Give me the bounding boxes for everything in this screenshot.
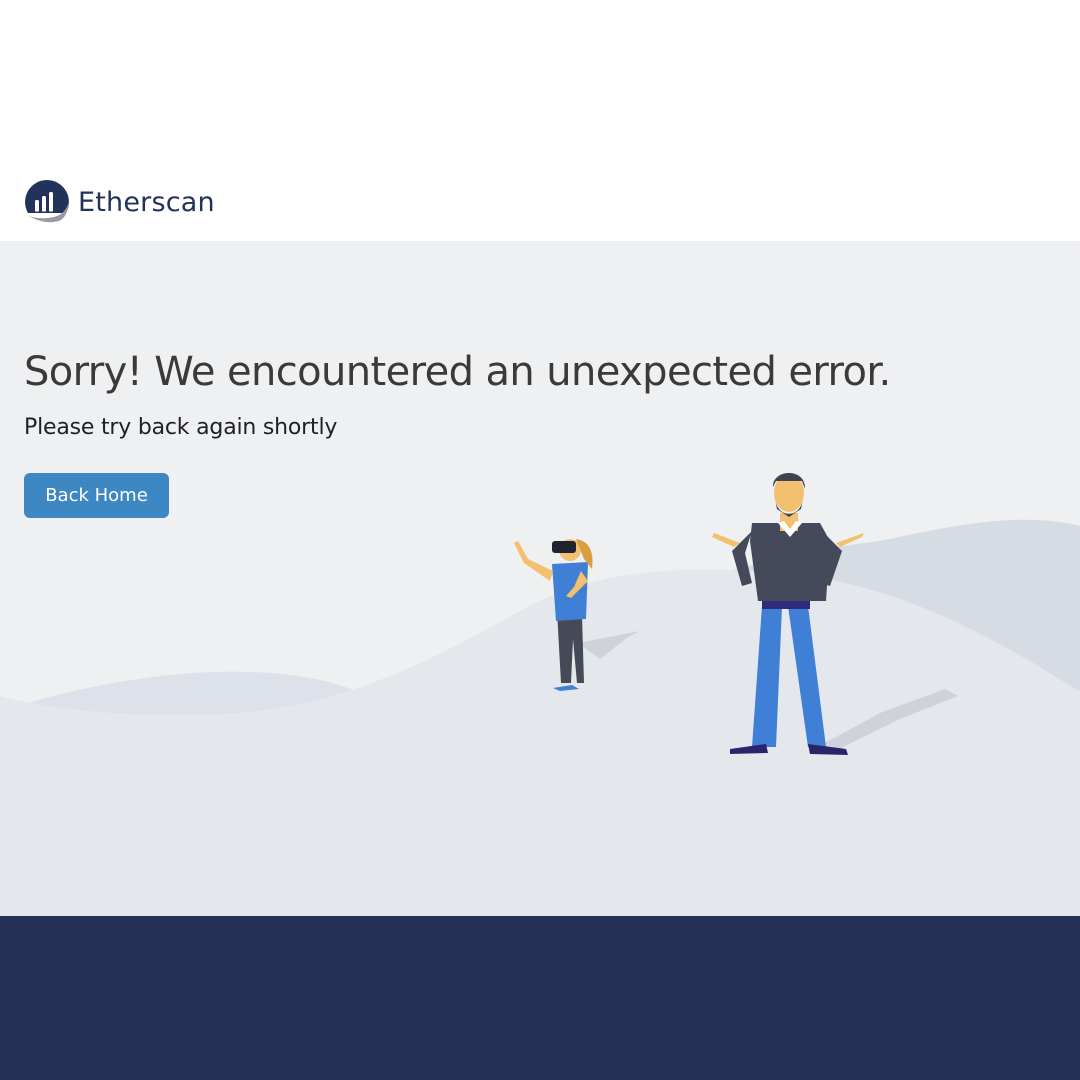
site-header: Etherscan: [0, 0, 1080, 241]
site-footer: [0, 916, 1080, 1080]
brand-name: Etherscan: [78, 186, 215, 218]
error-title: Sorry! We encountered an unexpected erro…: [24, 349, 891, 395]
error-page: Etherscan Sorry! We encountered an unexp…: [0, 0, 1080, 1080]
error-hero: Sorry! We encountered an unexpected erro…: [0, 241, 1080, 916]
back-home-button[interactable]: Back Home: [24, 473, 169, 518]
etherscan-logo-icon: [25, 180, 69, 223]
error-subtitle: Please try back again shortly: [24, 415, 338, 440]
etherscan-logo-link[interactable]: Etherscan: [24, 179, 215, 225]
hills-illustration: [0, 473, 1080, 916]
